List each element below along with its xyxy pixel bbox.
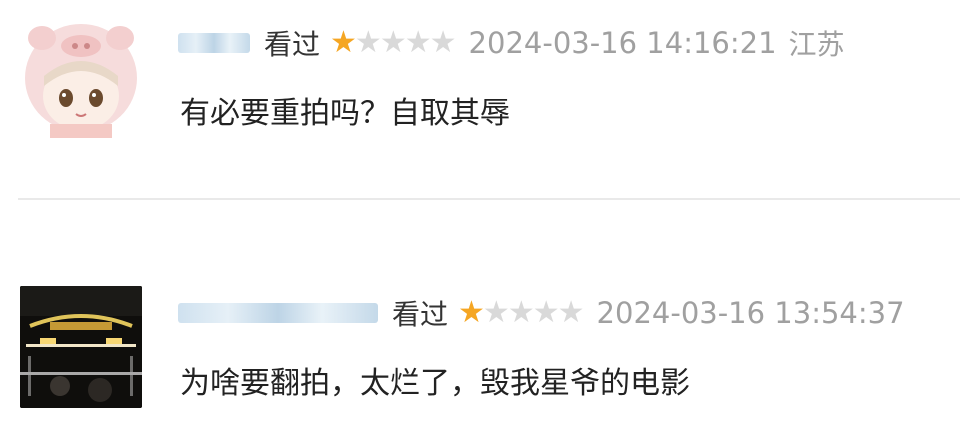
comment-meta: 看过 ★ ★ ★ ★ ★ 2024-03-16 13:54:37 [178,290,917,336]
comment-content: 为啥要翻拍，太烂了，毁我星爷的电影 [180,366,690,401]
star-empty-icon: ★ [532,295,560,330]
username-blurred[interactable] [178,33,250,53]
pig-hood-girl-icon [20,16,142,138]
avatar[interactable] [20,16,142,138]
username-blurred[interactable] [178,303,378,323]
star-empty-icon: ★ [354,25,382,60]
night-lights-photo-icon [20,286,142,408]
star-empty-icon: ★ [404,25,432,60]
star-empty-icon: ★ [507,295,535,330]
comment-time: 2024-03-16 14:16:21 [468,26,777,60]
comment-meta: 看过 ★ ★ ★ ★ ★ 2024-03-16 14:16:21 江苏 [178,20,845,66]
comment-item: 看过 ★ ★ ★ ★ ★ 2024-03-16 14:16:21 江苏 有必要重… [0,0,960,198]
star-empty-icon: ★ [557,295,585,330]
rating-stars: ★ ★ ★ ★ ★ [330,25,457,60]
comment-item: 看过 ★ ★ ★ ★ ★ 2024-03-16 13:54:37 为啥要翻拍，太… [0,200,960,447]
star-empty-icon: ★ [429,25,457,60]
watch-status: 看过 [392,298,449,331]
rating-stars: ★ ★ ★ ★ ★ [458,295,585,330]
star-filled-icon: ★ [458,295,485,330]
star-filled-icon: ★ [330,25,357,60]
comment-location: 江苏 [788,28,845,61]
avatar[interactable] [20,286,142,408]
star-empty-icon: ★ [482,295,510,330]
comment-time: 2024-03-16 13:54:37 [596,296,905,330]
star-empty-icon: ★ [379,25,407,60]
comment-content: 有必要重拍吗？自取其辱 [180,96,510,131]
watch-status: 看过 [264,28,321,61]
